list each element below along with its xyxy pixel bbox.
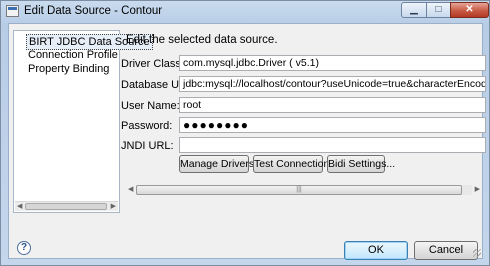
bidi-settings-button[interactable]: Bidi Settings... <box>327 155 395 173</box>
cancel-button[interactable]: Cancel <box>414 241 478 260</box>
jndi-url-input[interactable] <box>179 137 486 153</box>
user-name-label: User Name: <box>121 100 180 112</box>
user-name-input[interactable]: root <box>179 97 486 113</box>
page-heading: Edit the selected data source. <box>126 34 278 46</box>
password-label: Password: <box>121 120 173 132</box>
dialog-body: BIRT JDBC Data Source Connection Profile… <box>8 23 486 260</box>
driver-class-select[interactable]: com.mysql.jdbc.Driver ( v5.1) <box>179 55 486 71</box>
jndi-url-label: JNDI URL: <box>121 140 174 152</box>
window-title: Edit Data Source - Contour <box>24 5 163 17</box>
title-bar[interactable]: Edit Data Source - Contour ▁ □ ✕ <box>1 1 489 23</box>
nav-horizontal-scrollbar[interactable]: ◀ ▶ <box>15 201 118 211</box>
resize-grip-icon[interactable] <box>473 249 481 257</box>
driver-class-label: Driver Class: <box>121 58 184 70</box>
help-icon[interactable]: ? <box>17 241 31 255</box>
minimize-button[interactable]: ▁ <box>401 2 427 18</box>
page-scroll-thumb[interactable]: ||| <box>136 185 462 195</box>
page-horizontal-scrollbar[interactable]: ◀ ||| ▶ <box>126 184 482 196</box>
scroll-right-icon[interactable]: ▶ <box>475 184 480 196</box>
scroll-left-icon[interactable]: ◀ <box>128 184 133 196</box>
manage-drivers-button[interactable]: Manage Drivers... <box>179 155 263 173</box>
edit-data-source-dialog: Edit Data Source - Contour ▁ □ ✕ BIRT JD… <box>0 0 490 266</box>
page-navigation-list[interactable]: BIRT JDBC Data Source Connection Profile… <box>13 30 153 213</box>
maximize-button[interactable]: □ <box>426 2 451 18</box>
app-icon <box>6 5 19 17</box>
password-input[interactable]: ●●●●●●●● <box>179 117 486 133</box>
ok-button[interactable]: OK <box>344 241 408 260</box>
test-connection-button[interactable]: Test Connection... <box>253 155 338 173</box>
close-button[interactable]: ✕ <box>450 2 489 18</box>
scroll-track[interactable]: ||| <box>136 185 472 195</box>
scroll-left-icon[interactable]: ◀ <box>17 202 22 211</box>
scroll-right-icon[interactable]: ▶ <box>111 202 116 211</box>
nav-item-connection-profile[interactable]: Connection Profile <box>26 48 120 62</box>
nav-scroll-thumb[interactable] <box>25 203 107 210</box>
database-url-input[interactable]: jdbc:mysql://localhost/contour?useUnicod… <box>179 76 486 92</box>
nav-item-property-binding[interactable]: Property Binding <box>26 62 111 76</box>
